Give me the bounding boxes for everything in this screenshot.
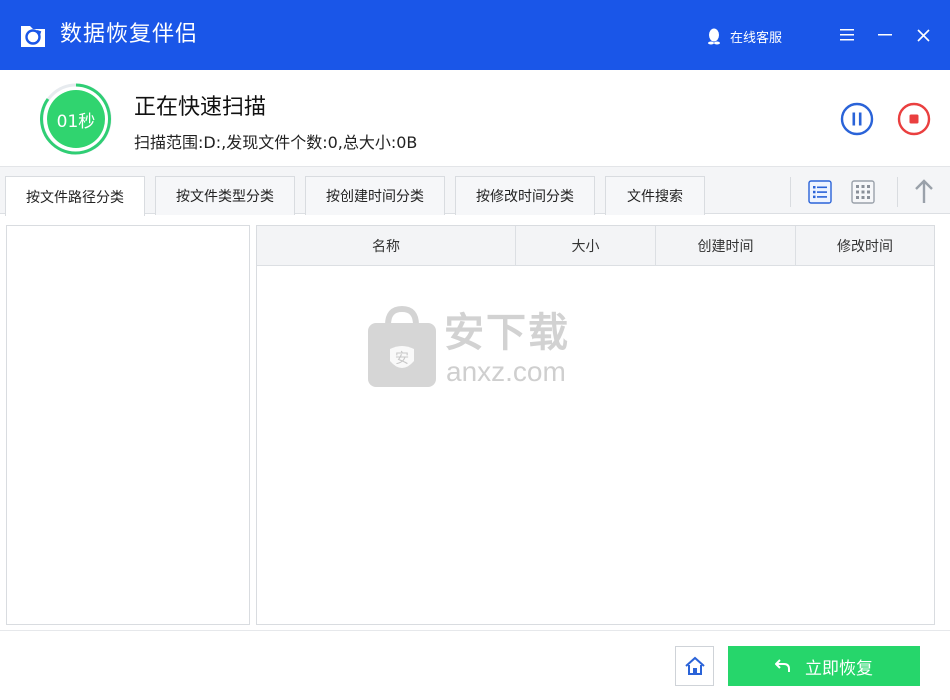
toolbar-divider (897, 177, 898, 207)
scan-info-text: 扫描范围:D:,发现文件个数:0,总大小:0B (134, 133, 418, 152)
toolbar-divider (790, 177, 791, 207)
column-header-size[interactable]: 大小 (516, 226, 656, 266)
online-support-link[interactable]: 在线客服 (706, 26, 782, 46)
stop-circle-icon[interactable] (897, 102, 931, 136)
app-logo-icon (21, 26, 45, 47)
column-header-created[interactable]: 创建时间 (656, 226, 796, 266)
arrow-up-icon (915, 179, 933, 203)
watermark-badge-text: 安 (395, 351, 409, 367)
recover-now-button[interactable]: 立即恢复 (728, 646, 920, 686)
shopping-bag-icon: 安 (368, 305, 436, 387)
footer-bar: 立即恢复 (0, 630, 950, 700)
home-icon (684, 656, 705, 675)
title-bar: 数据恢复伴侣 在线客服 (0, 0, 950, 70)
site-watermark: 安 安下载 anxz.com (366, 305, 586, 395)
close-icon (916, 28, 930, 42)
recover-now-label: 立即恢复 (805, 658, 873, 679)
grid-view-button[interactable] (850, 179, 876, 205)
tab-by-modified-time[interactable]: 按修改时间分类 (455, 176, 595, 215)
qq-penguin-icon (708, 28, 720, 45)
scan-status-header: 01秒 正在快速扫描 扫描范围:D:,发现文件个数:0,总大小:0B (0, 70, 950, 166)
tab-by-created-time[interactable]: 按创建时间分类 (305, 176, 445, 215)
column-header-name[interactable]: 名称 (257, 226, 516, 266)
online-support-label: 在线客服 (730, 30, 783, 46)
file-table-header: 名称 大小 创建时间 修改时间 (257, 226, 934, 266)
app-title: 数据恢复伴侣 (60, 22, 199, 47)
file-list-panel[interactable]: 名称 大小 创建时间 修改时间 (256, 225, 935, 625)
undo-arrow-icon (775, 659, 790, 672)
scan-status-title: 正在快速扫描 (134, 95, 267, 120)
scan-timer: 01秒 (56, 111, 96, 132)
grid-view-icon (851, 180, 875, 204)
go-up-button[interactable] (911, 179, 937, 205)
pause-circle-icon[interactable] (840, 102, 874, 136)
column-header-modified[interactable]: 修改时间 (796, 226, 934, 266)
folder-tree-panel[interactable] (6, 225, 250, 625)
watermark-domain-text: anxz.com (446, 356, 566, 387)
list-view-icon (808, 180, 832, 204)
menu-button[interactable] (835, 23, 859, 47)
watermark-chinese-text: 安下载 (444, 310, 570, 356)
hamburger-icon (840, 29, 854, 41)
close-button[interactable] (911, 23, 935, 47)
minimize-button[interactable] (873, 23, 897, 47)
home-button[interactable] (675, 646, 714, 686)
minimize-icon (878, 34, 892, 36)
tab-file-search[interactable]: 文件搜索 (605, 176, 705, 215)
tab-by-type[interactable]: 按文件类型分类 (155, 176, 295, 215)
tab-by-path[interactable]: 按文件路径分类 (5, 176, 145, 216)
list-view-button[interactable] (807, 179, 833, 205)
category-tab-bar: 按文件路径分类 按文件类型分类 按创建时间分类 按修改时间分类 文件搜索 (0, 166, 950, 216)
